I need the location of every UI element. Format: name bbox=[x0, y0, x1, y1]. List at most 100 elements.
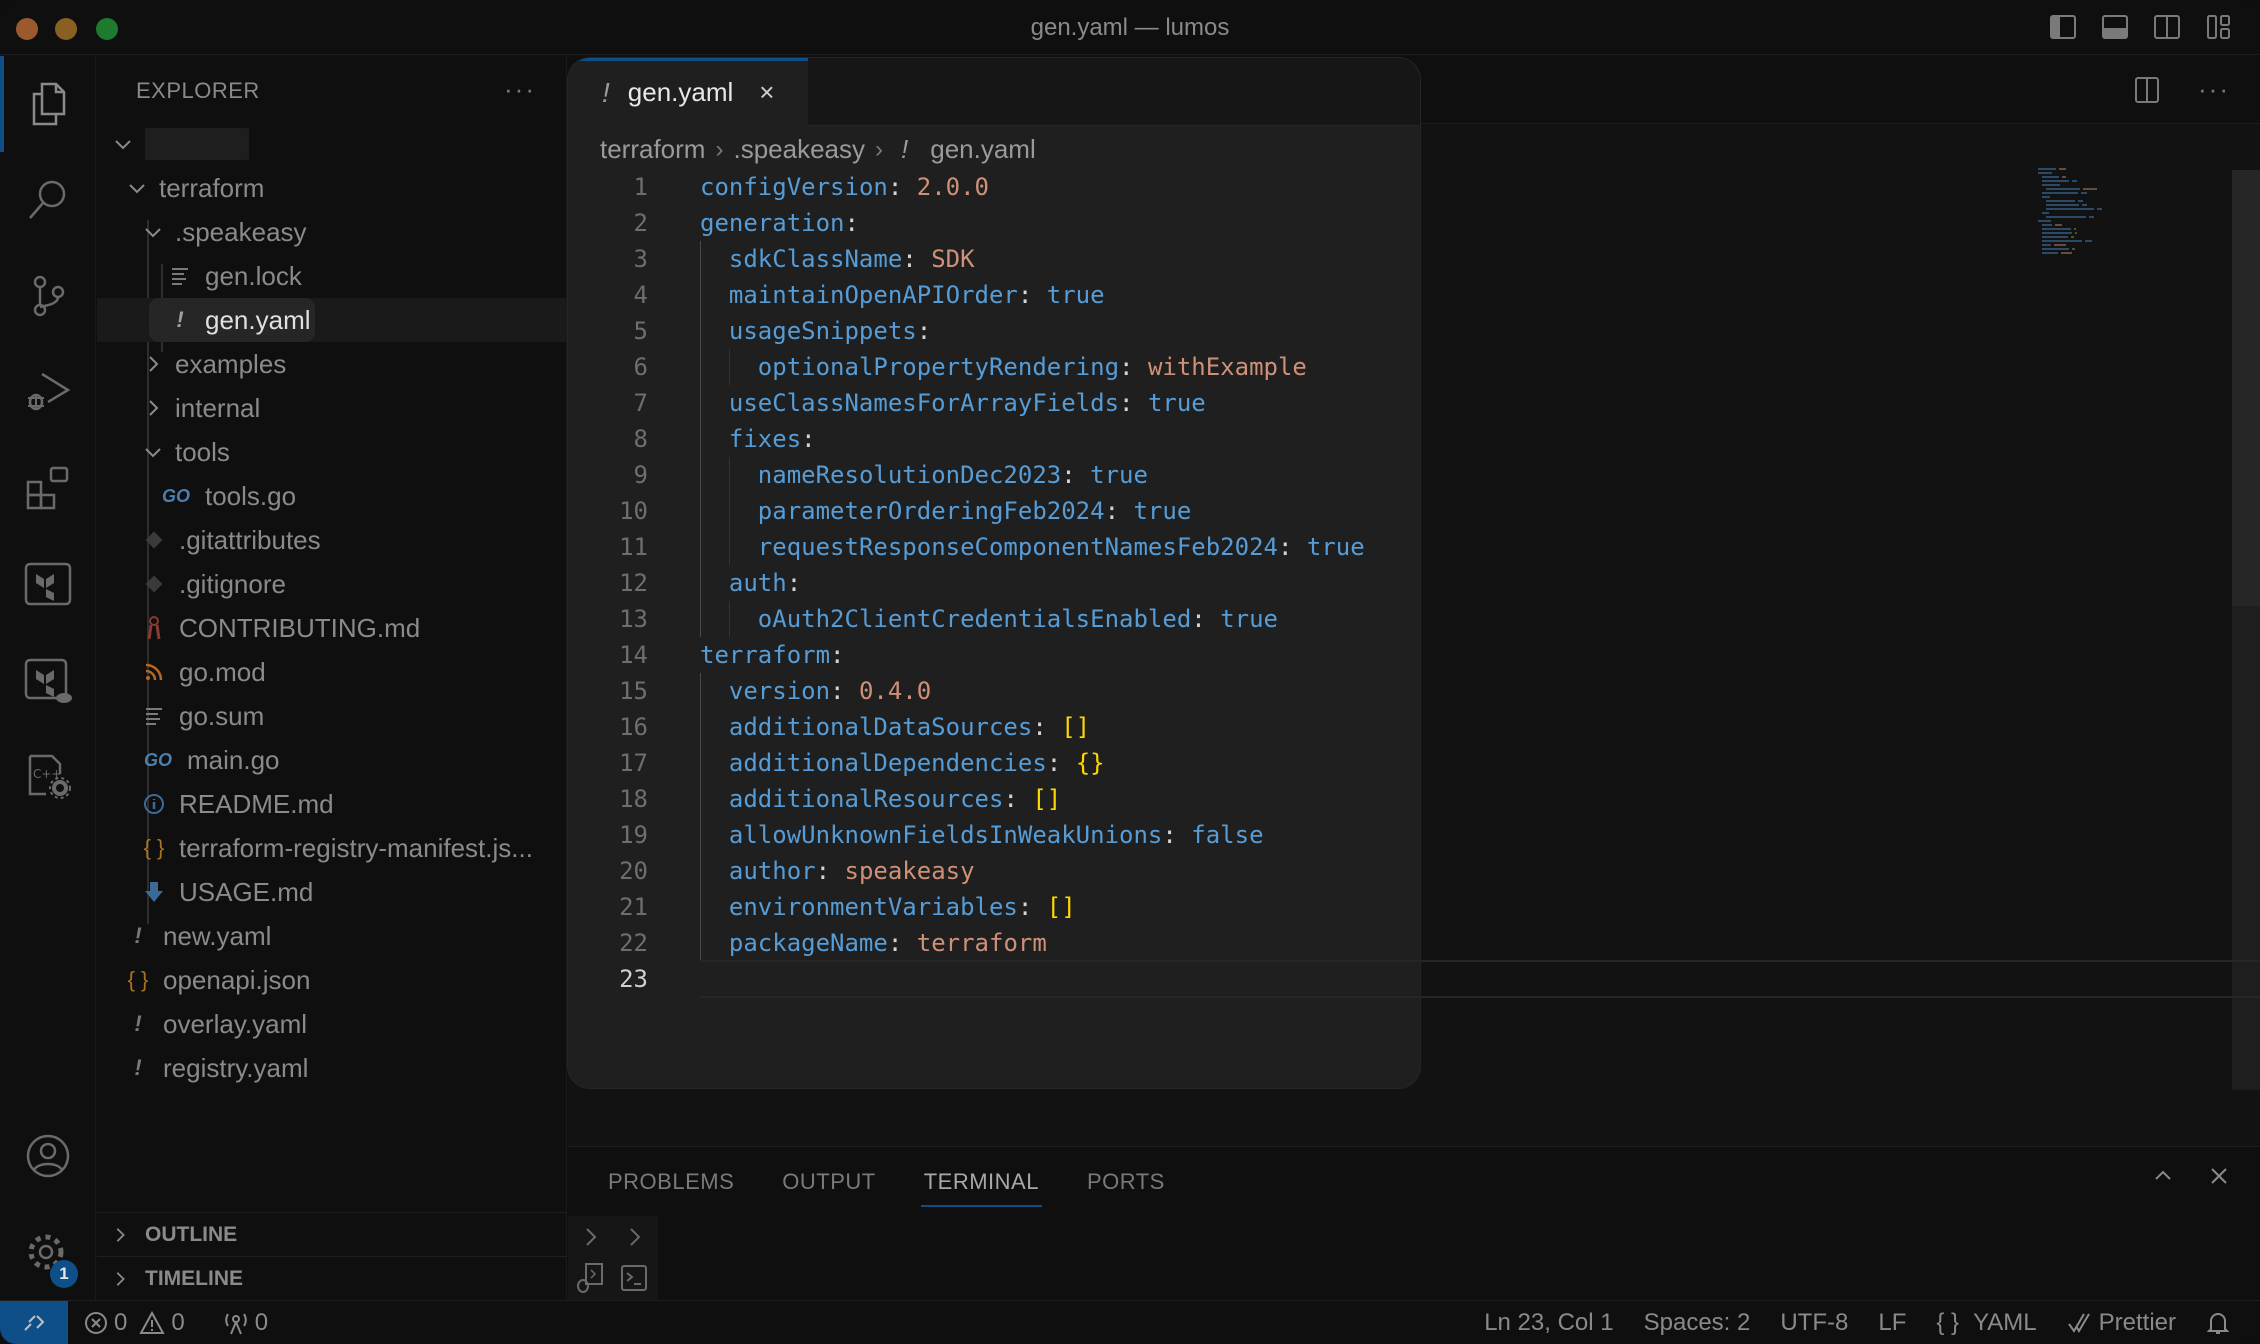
cursor-position[interactable]: Ln 23, Col 1 bbox=[1484, 1309, 1613, 1337]
tab-ports[interactable]: PORTS bbox=[1087, 1169, 1165, 1205]
end-of-line[interactable]: LF bbox=[1878, 1309, 1906, 1337]
files-icon bbox=[22, 78, 74, 130]
chevron-right-icon[interactable] bbox=[582, 1226, 600, 1248]
tree-file-readme[interactable]: README.md bbox=[97, 782, 567, 826]
activity-accounts[interactable] bbox=[0, 1108, 96, 1204]
activity-explorer[interactable] bbox=[0, 56, 96, 152]
tree-file-gitignore[interactable]: .gitignore bbox=[97, 562, 567, 606]
breadcrumb-item[interactable]: .speakeasy bbox=[733, 134, 865, 165]
yaml-key: additionalResources bbox=[728, 785, 1004, 813]
toggle-secondary-sidebar-icon[interactable] bbox=[2152, 12, 2182, 42]
tree-file-openapi-json[interactable]: { } openapi.json bbox=[97, 958, 567, 1002]
tree-file-gen-lock[interactable]: gen.lock bbox=[97, 254, 567, 298]
code-text: additionalDataSources: [] bbox=[729, 709, 1090, 745]
minimap-line bbox=[2042, 184, 2061, 186]
indent-guide bbox=[700, 529, 701, 565]
minimap-line bbox=[2055, 224, 2062, 226]
timeline-section[interactable]: TIMELINE bbox=[97, 1256, 567, 1300]
terminal-icon[interactable] bbox=[620, 1264, 648, 1292]
tab-output[interactable]: OUTPUT bbox=[782, 1169, 875, 1205]
formatter-status[interactable]: Prettier bbox=[2067, 1309, 2176, 1337]
status-bar: 0 0 0 Ln 23, Col 1 Spaces: 2 UTF-8 LF { … bbox=[0, 1300, 2260, 1344]
activity-source-control[interactable] bbox=[0, 248, 96, 344]
close-icon[interactable]: × bbox=[759, 77, 774, 108]
line-number: 15 bbox=[619, 677, 648, 705]
line-number: 21 bbox=[619, 893, 648, 921]
customize-layout-icon[interactable] bbox=[2204, 12, 2234, 42]
tree-folder-terraform[interactable]: terraform bbox=[97, 166, 567, 210]
more-actions-icon[interactable]: ··· bbox=[2198, 74, 2230, 105]
go-file-icon: GO bbox=[143, 749, 172, 770]
language-mode[interactable]: { } YAML bbox=[1936, 1309, 2036, 1337]
toggle-panel-icon[interactable] bbox=[2100, 12, 2130, 42]
toggle-primary-sidebar-icon[interactable] bbox=[2048, 12, 2078, 42]
maximize-panel-icon[interactable] bbox=[2152, 1165, 2174, 1187]
tree-file-registry-yaml[interactable]: ! registry.yaml bbox=[97, 1046, 567, 1090]
code-text: nameResolutionDec2023: true bbox=[758, 457, 1148, 493]
indent-guide bbox=[700, 673, 701, 709]
ports-status[interactable]: 0 bbox=[223, 1309, 268, 1337]
tree-file-gen-yaml[interactable]: ! gen.yaml bbox=[97, 298, 567, 342]
activity-run-debug[interactable] bbox=[0, 344, 96, 440]
remote-indicator[interactable] bbox=[0, 1301, 68, 1344]
indent-guide bbox=[700, 565, 701, 601]
tree-file-overlay-yaml[interactable]: ! overlay.yaml bbox=[97, 1002, 567, 1046]
yaml-key: fixes bbox=[728, 425, 802, 453]
yaml-colon: : bbox=[1017, 893, 1033, 921]
tree-root-folder[interactable] bbox=[97, 122, 567, 166]
tree-file-go-sum[interactable]: go.sum bbox=[97, 694, 567, 738]
tree-file-go-mod[interactable]: go.mod bbox=[97, 650, 567, 694]
yaml-value: true bbox=[1046, 281, 1105, 309]
tree-file-registry-manifest[interactable]: { } terraform-registry-manifest.js... bbox=[97, 826, 567, 870]
activity-cpp-config[interactable]: C++ bbox=[0, 728, 96, 824]
breadcrumb-item[interactable]: terraform bbox=[600, 134, 705, 165]
yaml-key: generation bbox=[700, 209, 845, 237]
tree-file-contributing[interactable]: CONTRIBUTING.md bbox=[97, 606, 567, 650]
tab-problems[interactable]: PROBLEMS bbox=[608, 1169, 734, 1205]
yaml-key: packageName bbox=[728, 929, 888, 957]
minimap-line bbox=[2042, 212, 2049, 214]
close-panel-icon[interactable] bbox=[2208, 1165, 2230, 1187]
tree-folder-examples[interactable]: examples bbox=[97, 342, 567, 386]
tab-terminal[interactable]: TERMINAL bbox=[920, 1169, 1043, 1207]
minimap-line bbox=[2042, 176, 2059, 178]
tree-file-usage[interactable]: USAGE.md bbox=[97, 870, 567, 914]
yaml-value: true bbox=[1090, 461, 1148, 489]
split-editor-icon[interactable] bbox=[2132, 75, 2162, 105]
breadcrumb-item[interactable]: gen.yaml bbox=[930, 134, 1036, 165]
source-control-icon bbox=[22, 270, 74, 322]
debug-console-icon[interactable] bbox=[574, 1262, 604, 1294]
minimap[interactable] bbox=[2038, 168, 2158, 268]
tree-file-main-go[interactable]: GO main.go bbox=[97, 738, 567, 782]
activity-terraform[interactable] bbox=[0, 536, 96, 632]
yaml-colon: : bbox=[1061, 461, 1076, 489]
outline-section[interactable]: OUTLINE bbox=[97, 1212, 567, 1256]
bell-icon[interactable] bbox=[2206, 1310, 2230, 1336]
editor-scrollbar-thumb[interactable] bbox=[2232, 170, 2260, 606]
indent-guide bbox=[728, 457, 730, 493]
minimap-line bbox=[2072, 180, 2078, 182]
activity-search[interactable] bbox=[0, 152, 96, 248]
problems-status[interactable]: 0 0 bbox=[84, 1309, 185, 1337]
activity-extensions[interactable] bbox=[0, 440, 96, 536]
tree-folder-speakeasy[interactable]: .speakeasy bbox=[97, 210, 567, 254]
yaml-key: useClassNamesForArrayFields bbox=[728, 389, 1120, 417]
tree-file-tools-go[interactable]: GO tools.go bbox=[97, 474, 567, 518]
line-number: 13 bbox=[619, 605, 648, 633]
tree-folder-internal[interactable]: internal bbox=[97, 386, 567, 430]
tree-folder-tools[interactable]: tools bbox=[97, 430, 567, 474]
contributing-file-icon bbox=[141, 616, 167, 640]
yaml-file-icon: ! bbox=[134, 923, 142, 948]
encoding[interactable]: UTF-8 bbox=[1780, 1309, 1848, 1337]
yaml-key: allowUnknownFieldsInWeakUnions bbox=[728, 821, 1163, 849]
info-file-icon bbox=[141, 793, 167, 815]
activity-terraform-cloud[interactable] bbox=[0, 632, 96, 728]
line-number: 10 bbox=[619, 497, 648, 525]
chevron-right-icon[interactable] bbox=[626, 1226, 644, 1248]
tree-file-new-yaml[interactable]: ! new.yaml bbox=[97, 914, 567, 958]
tab-gen-yaml[interactable]: ! gen.yaml × bbox=[568, 58, 808, 124]
explorer-more-actions[interactable]: ··· bbox=[504, 74, 536, 105]
activity-manage[interactable]: 1 bbox=[0, 1204, 96, 1300]
indentation[interactable]: Spaces: 2 bbox=[1644, 1309, 1751, 1337]
tree-file-gitattributes[interactable]: .gitattributes bbox=[97, 518, 567, 562]
